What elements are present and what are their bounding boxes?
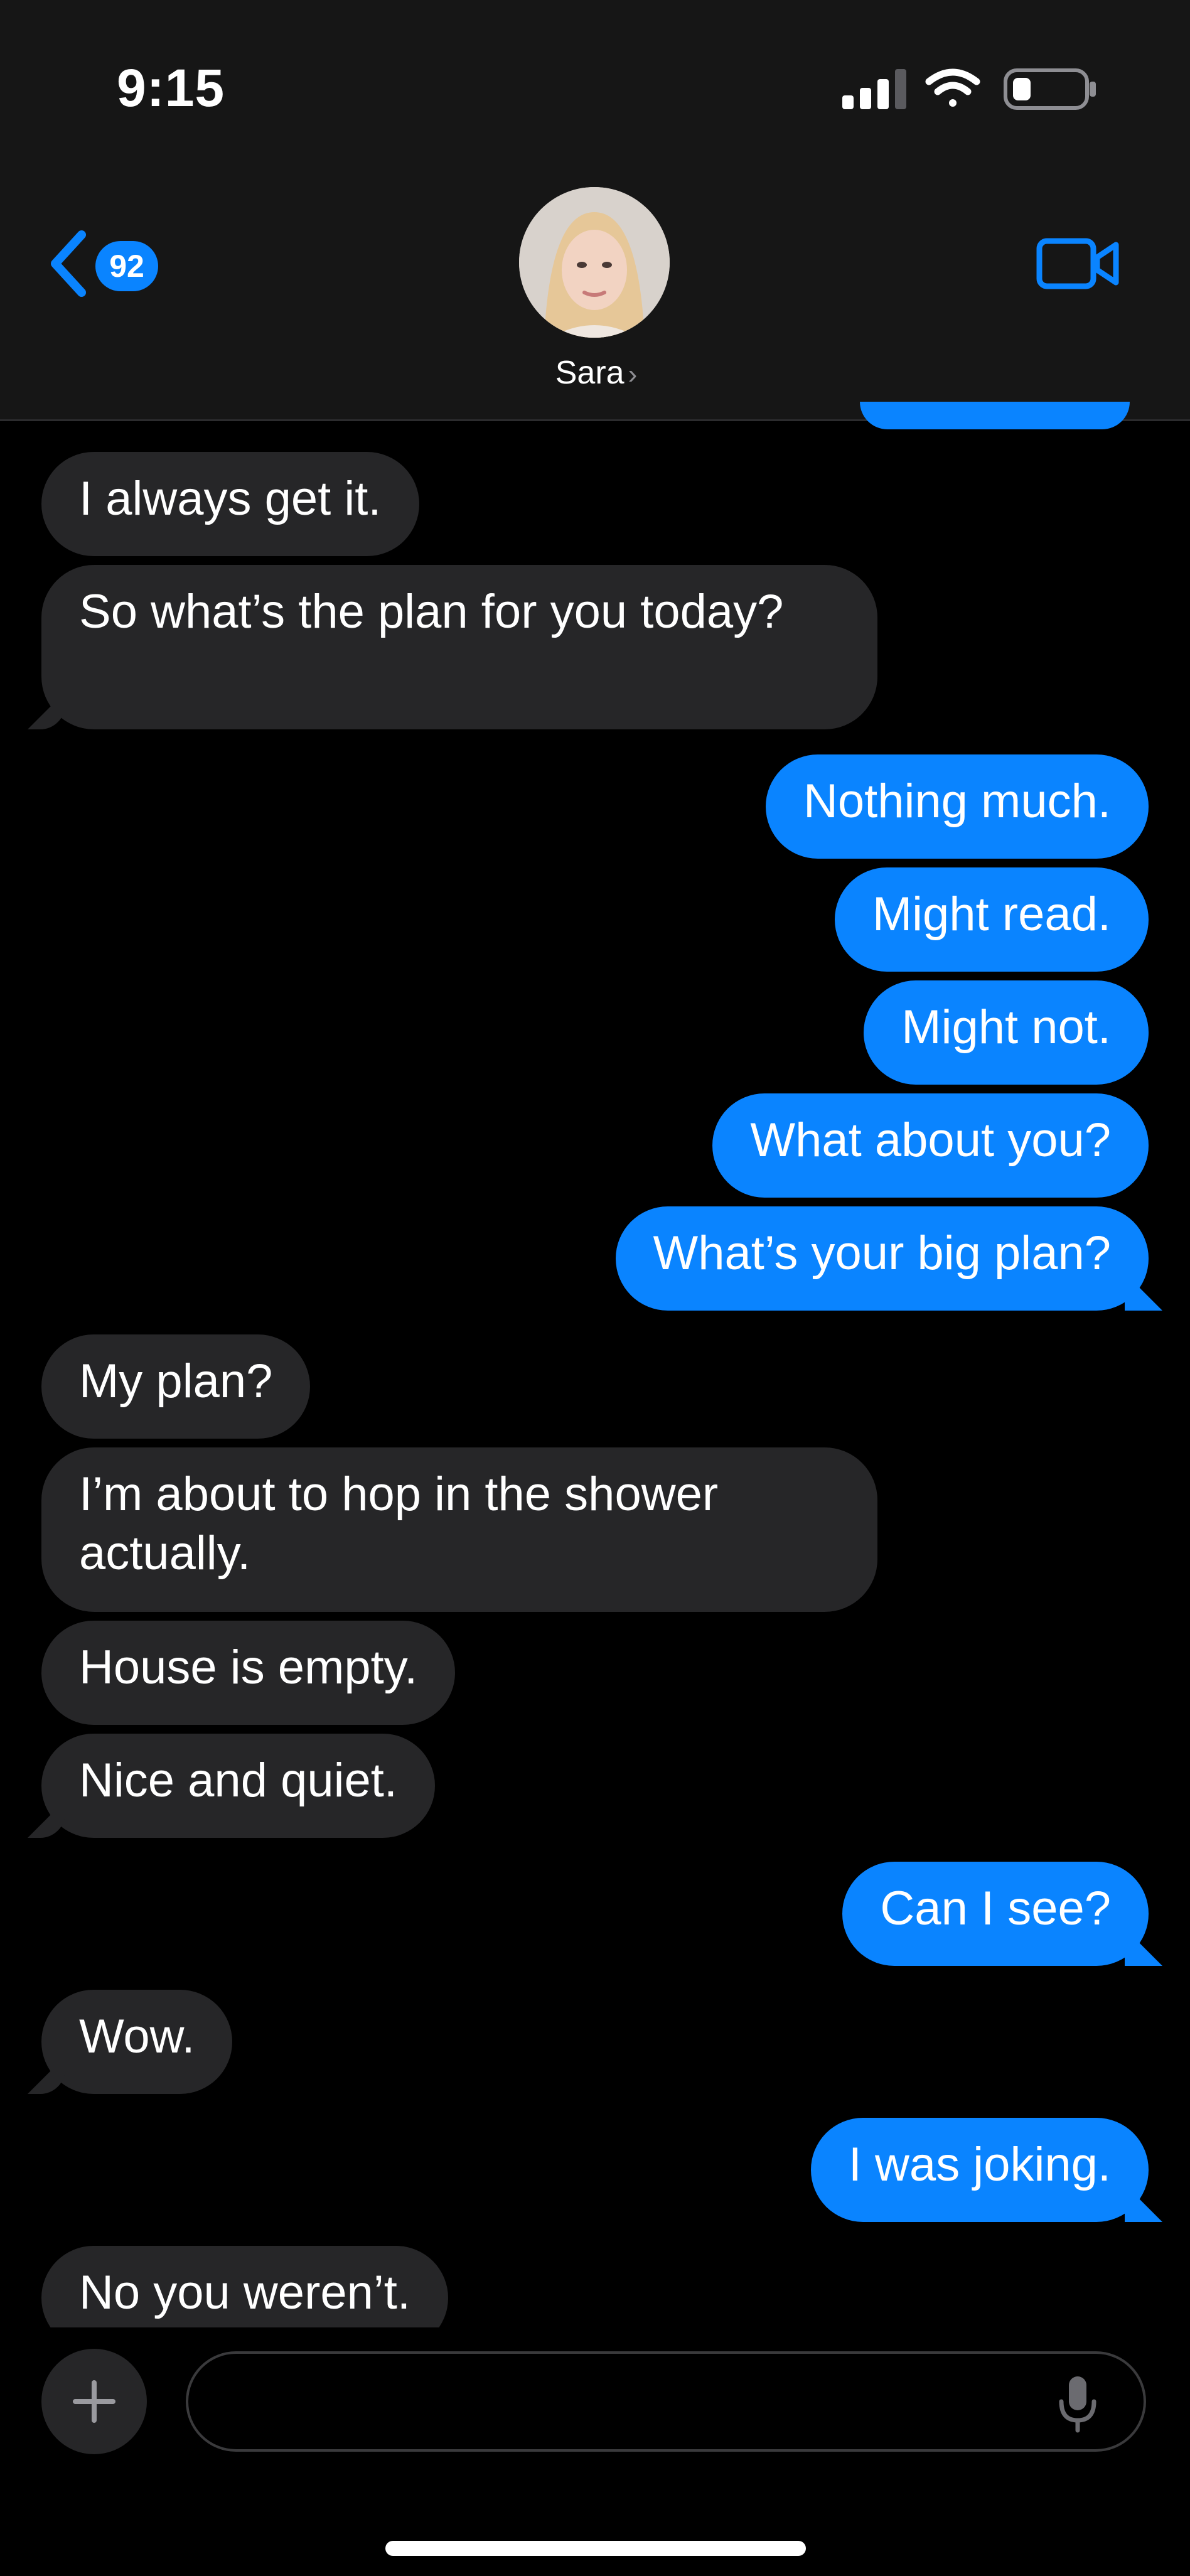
message-text: I’m about to hop in the shower actually. — [79, 1468, 719, 1580]
back-chevron-icon — [51, 230, 86, 297]
message-text: Might not. — [901, 1001, 1111, 1054]
message-text: What about you? — [750, 1114, 1111, 1167]
home-indicator[interactable] — [385, 2541, 806, 2556]
message-bubble[interactable]: What’s your big plan? — [615, 1206, 1149, 1311]
chevron-right-icon: › — [628, 359, 638, 390]
message-bubble[interactable]: Can I see? — [842, 1862, 1149, 1966]
contact-name-row[interactable]: Sara › — [521, 354, 672, 392]
message-bubble[interactable]: What about you? — [712, 1093, 1149, 1198]
message-input[interactable] — [186, 2351, 1146, 2452]
message-text: My plan? — [79, 1355, 273, 1408]
message-text: I was joking. — [848, 2138, 1111, 2191]
message-bubble[interactable]: House is empty. — [41, 1621, 456, 1725]
message-text: Wow. — [79, 2010, 195, 2063]
message-bubble[interactable]: My plan? — [41, 1334, 311, 1439]
message-bubble[interactable]: I was joking. — [810, 2118, 1149, 2222]
message-bubble[interactable]: I’m about to hop in the shower actually. — [41, 1447, 877, 1612]
mic-icon[interactable] — [1056, 2374, 1100, 2434]
message-text: No you weren’t. — [79, 2266, 411, 2319]
message-bubble[interactable]: Wow. — [41, 1990, 233, 2094]
message-bubble[interactable]: Might not. — [864, 980, 1149, 1085]
plus-icon — [73, 2380, 115, 2423]
battery-icon — [1004, 68, 1096, 110]
message-text: So what’s the plan for you today? — [79, 585, 784, 638]
message-bubble[interactable]: So what’s the plan for you today? — [41, 565, 877, 729]
message-bubble[interactable]: Nothing much. — [765, 754, 1149, 859]
contact-avatar[interactable] — [519, 187, 670, 338]
message-text: Can I see? — [880, 1882, 1111, 1935]
plus-button[interactable] — [41, 2349, 147, 2454]
message-text: What’s your big plan? — [653, 1226, 1111, 1280]
back-button[interactable]: 92 — [44, 226, 176, 301]
message-text: Nice and quiet. — [79, 1754, 397, 1807]
signal-icon — [842, 69, 906, 109]
conversation-header: 9:15 92 Sara › — [0, 0, 1190, 429]
message-bubble[interactable]: I always get it. — [41, 452, 419, 556]
status-icons — [842, 68, 1096, 110]
previous-message-peek — [860, 402, 1130, 429]
unread-count-badge: 92 — [95, 241, 158, 291]
message-bubble[interactable]: Might read. — [834, 867, 1149, 972]
message-text: Might read. — [872, 888, 1111, 941]
avatar-portrait — [519, 187, 670, 338]
contact-name: Sara — [555, 355, 624, 391]
video-call-icon[interactable] — [1034, 232, 1122, 295]
status-time: 9:15 — [117, 58, 225, 117]
message-bubble[interactable]: Nice and quiet. — [41, 1734, 435, 1838]
wifi-icon — [925, 68, 980, 107]
message-text: Nothing much. — [803, 775, 1111, 828]
message-text: House is empty. — [79, 1641, 418, 1694]
message-text: I always get it. — [79, 472, 382, 525]
